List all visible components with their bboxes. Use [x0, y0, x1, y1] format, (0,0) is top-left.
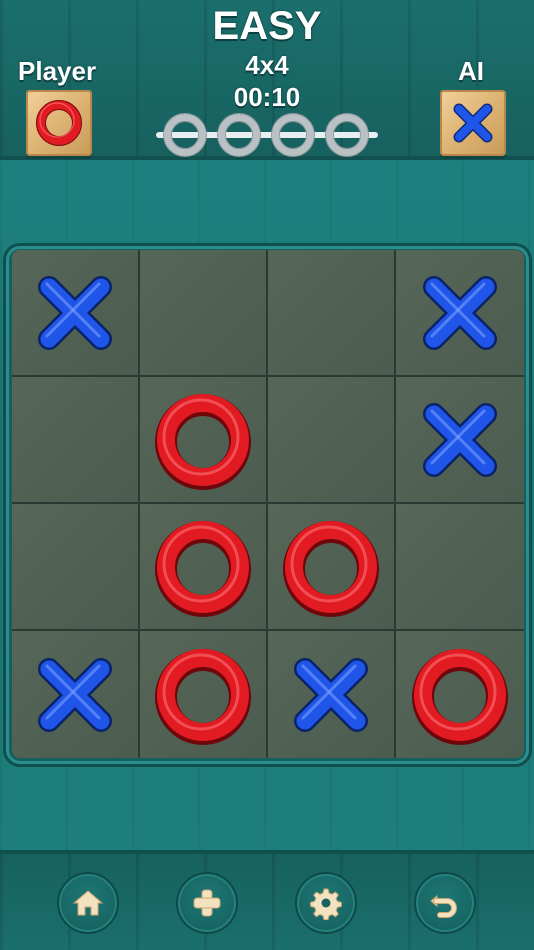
x-mark-icon — [38, 275, 112, 350]
board-cell[interactable] — [12, 631, 140, 758]
o-mark-icon — [412, 648, 508, 745]
board-cell[interactable] — [396, 504, 524, 631]
gear-icon — [310, 888, 342, 920]
board-cell[interactable] — [140, 504, 268, 631]
win-ring — [218, 114, 260, 156]
board-cell[interactable] — [268, 504, 396, 631]
add-button[interactable] — [176, 872, 238, 934]
board-cell[interactable] — [268, 377, 396, 504]
home-icon — [72, 890, 104, 916]
board-cell[interactable] — [12, 504, 140, 631]
player-label: Player — [18, 56, 97, 86]
board-cell[interactable] — [268, 250, 396, 377]
board-cell[interactable] — [140, 250, 268, 377]
ai-token-badge — [440, 90, 506, 156]
board-cell[interactable] — [12, 377, 140, 504]
game-board — [12, 250, 524, 758]
player-token-badge — [26, 90, 92, 156]
o-mark-icon — [283, 520, 379, 617]
x-mark-icon — [38, 657, 112, 732]
win-ring — [326, 114, 368, 156]
x-mark-icon — [423, 402, 497, 477]
board-cell[interactable] — [12, 250, 140, 377]
ai-label: AI — [458, 56, 484, 86]
o-mark-icon — [155, 520, 251, 617]
difficulty-label: EASY — [212, 4, 322, 48]
board-cell[interactable] — [396, 377, 524, 504]
board-cell[interactable] — [268, 631, 396, 758]
board-cell[interactable] — [140, 631, 268, 758]
undo-icon — [430, 894, 457, 918]
x-token-icon — [453, 103, 493, 143]
plus-icon — [193, 889, 221, 917]
x-mark-icon — [294, 657, 368, 732]
board-cell[interactable] — [140, 377, 268, 504]
settings-button[interactable] — [295, 872, 357, 934]
o-mark-icon — [155, 648, 251, 745]
undo-button[interactable] — [414, 872, 476, 934]
o-token-icon — [36, 100, 82, 146]
win-ring — [164, 114, 206, 156]
win-ring — [272, 114, 314, 156]
board-cell[interactable] — [396, 250, 524, 377]
home-button[interactable] — [57, 872, 119, 934]
o-mark-icon — [155, 393, 251, 490]
board-cell[interactable] — [396, 631, 524, 758]
x-mark-icon — [423, 275, 497, 350]
